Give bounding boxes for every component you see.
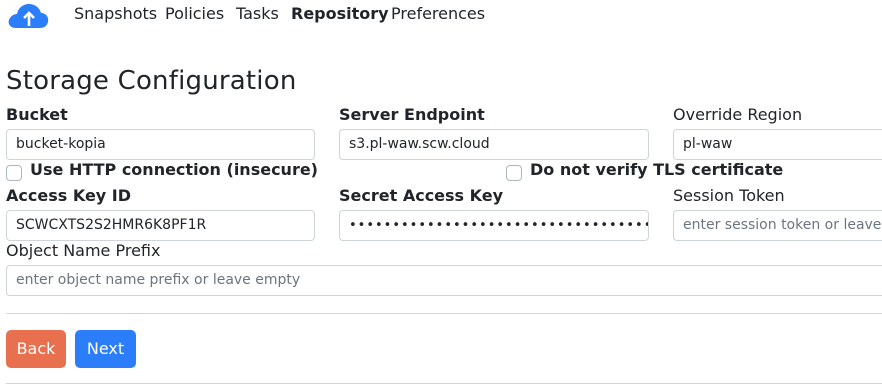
nav-tasks[interactable]: Tasks: [236, 4, 279, 23]
cloud-upload-icon[interactable]: [6, 2, 50, 30]
override-region-label: Override Region: [673, 105, 803, 124]
secret-access-key-label: Secret Access Key: [339, 186, 504, 205]
nav-preferences[interactable]: Preferences: [391, 4, 485, 23]
page-title: Storage Configuration: [6, 66, 297, 96]
next-button[interactable]: Next: [75, 330, 136, 368]
object-name-prefix-input[interactable]: enter object name prefix or leave empty: [6, 265, 882, 296]
server-endpoint-label: Server Endpoint: [339, 105, 485, 124]
session-token-input[interactable]: enter session token or leave empty: [673, 210, 882, 241]
nav-snapshots[interactable]: Snapshots: [74, 4, 157, 23]
divider: [6, 313, 882, 314]
nav-repository[interactable]: Repository: [291, 4, 389, 23]
back-button[interactable]: Back: [6, 330, 66, 368]
use-http-label[interactable]: Use HTTP connection (insecure): [30, 160, 318, 179]
nav-policies[interactable]: Policies: [165, 4, 224, 23]
server-endpoint-input[interactable]: s3.pl-waw.scw.cloud: [339, 129, 649, 160]
session-token-label: Session Token: [673, 186, 785, 205]
access-key-id-label: Access Key ID: [6, 186, 132, 205]
no-verify-tls-checkbox[interactable]: [506, 165, 522, 181]
secret-access-key-input[interactable]: ••••••••••••••••••••••••••••••••••••: [339, 210, 649, 241]
bucket-label: Bucket: [6, 105, 68, 124]
override-region-input[interactable]: pl-waw: [673, 129, 882, 160]
no-verify-tls-label[interactable]: Do not verify TLS certificate: [530, 160, 783, 179]
access-key-id-input[interactable]: SCWCXTS2S2HMR6K8PF1R: [6, 210, 315, 241]
use-http-checkbox[interactable]: [6, 165, 22, 181]
object-name-prefix-label: Object Name Prefix: [6, 241, 161, 260]
bucket-input[interactable]: bucket-kopia: [6, 129, 315, 160]
bottom-divider: [6, 383, 882, 384]
